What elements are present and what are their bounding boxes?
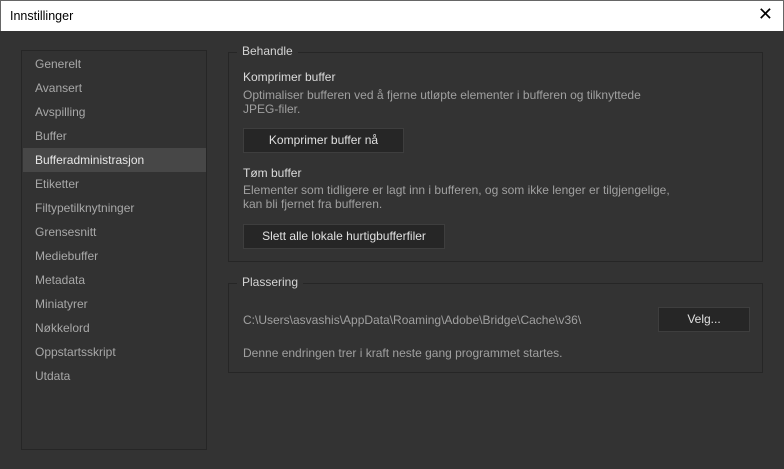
title-bar: Innstillinger ✕ [0,0,784,31]
sidebar-item-avansert[interactable]: Avansert [23,76,206,100]
compress-buffer-button[interactable]: Komprimer buffer nå [243,128,404,153]
plassering-group: Plassering C:\Users\asvashis\AppData\Roa… [228,275,763,373]
compress-desc-2: JPEG-filer. [243,102,301,116]
sidebar-item-avspilling[interactable]: Avspilling [23,100,206,124]
purge-desc-1: Elementer som tidligere er lagt inn i bu… [243,183,670,197]
sidebar-item-nøkkelord[interactable]: Nøkkelord [23,316,206,340]
close-icon[interactable]: ✕ [758,4,773,25]
compress-title: Komprimer buffer [243,70,336,84]
sidebar-item-filtypetilknytninger[interactable]: Filtypetilknytninger [23,196,206,220]
sidebar-item-oppstartsskript[interactable]: Oppstartsskript [23,340,206,364]
purge-cache-button[interactable]: Slett alle lokale hurtigbufferfiler [243,224,445,249]
sidebar-item-etiketter[interactable]: Etiketter [23,172,206,196]
sidebar-item-mediebuffer[interactable]: Mediebuffer [23,244,206,268]
compress-desc-1: Optimaliser bufferen ved å fjerne utløpt… [243,88,641,102]
group-legend: Plassering [237,275,304,289]
purge-title: Tøm buffer [243,166,302,180]
sidebar-item-metadata[interactable]: Metadata [23,268,206,292]
sidebar-item-generelt[interactable]: Generelt [23,52,206,76]
sidebar-item-buffer[interactable]: Buffer [23,124,206,148]
window-title: Innstillinger [10,9,74,23]
sidebar-item-utdata[interactable]: Utdata [23,364,206,388]
sidebar-item-grensesnitt[interactable]: Grensesnitt [23,220,206,244]
group-legend: Behandle [237,44,298,58]
sidebar-item-miniatyrer[interactable]: Miniatyrer [23,292,206,316]
cache-path: C:\Users\asvashis\AppData\Roaming\Adobe\… [243,313,582,327]
restart-note: Denne endringen trer i kraft neste gang … [243,346,563,360]
purge-desc-2: kan bli fjernet fra bufferen. [243,197,383,211]
sidebar-item-bufferadministrasjon[interactable]: Bufferadministrasjon [23,148,206,172]
choose-location-button[interactable]: Velg... [658,307,750,332]
preferences-sidebar: Generelt Avansert Avspilling Buffer Bufferad… [21,50,207,450]
behandle-group: Behandle Komprimer buffer Optimaliser bu… [228,44,763,262]
